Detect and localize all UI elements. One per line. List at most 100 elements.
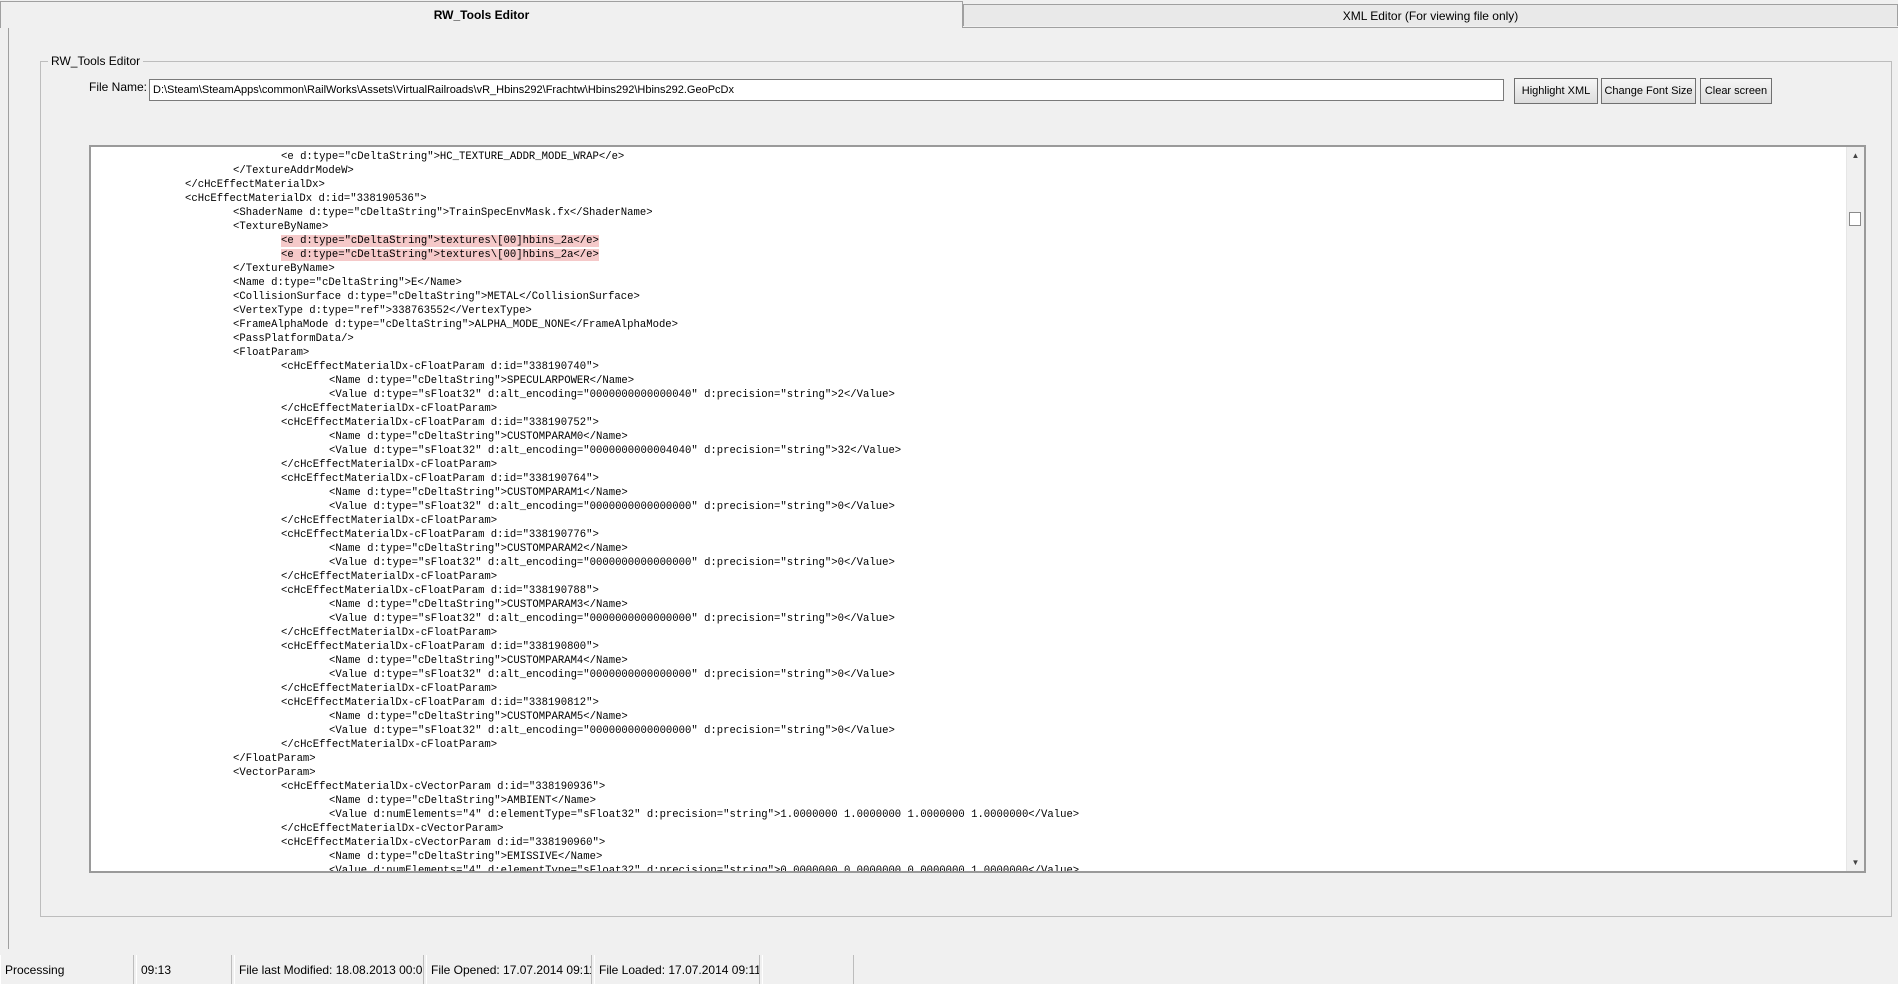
- code-text: </TextureAddrModeW>: [233, 165, 354, 177]
- code-line: </cHcEffectMaterialDx-cFloatParam>: [91, 626, 1843, 640]
- code-line: </cHcEffectMaterialDx-cVectorParam>: [91, 822, 1843, 836]
- status-state: Processing: [0, 955, 134, 984]
- code-line: <Value d:type="sFloat32" d:alt_encoding=…: [91, 612, 1843, 626]
- xml-text-area[interactable]: <e d:type="cDeltaString">HC_TEXTURE_ADDR…: [89, 145, 1866, 873]
- code-line: <Name d:type="cDeltaString">AMBIENT</Nam…: [91, 794, 1843, 808]
- scroll-up-arrow-icon[interactable]: ▲: [1847, 147, 1864, 164]
- status-last-modified: File last Modified: 18.08.2013 00:03:35: [234, 955, 424, 984]
- code-text: </cHcEffectMaterialDx-cFloatParam>: [281, 459, 498, 471]
- code-line: </cHcEffectMaterialDx-cFloatParam>: [91, 514, 1843, 528]
- code-line: <Value d:numElements="4" d:elementType="…: [91, 864, 1843, 873]
- code-text: <cHcEffectMaterialDx-cFloatParam d:id="3…: [281, 361, 599, 373]
- code-text: <Name d:type="cDeltaString">AMBIENT</Nam…: [329, 795, 597, 807]
- tab-xml-editor[interactable]: XML Editor (For viewing file only): [963, 4, 1898, 26]
- scroll-down-arrow-icon[interactable]: ▼: [1847, 854, 1864, 871]
- code-line: <FrameAlphaMode d:type="cDeltaString">AL…: [91, 318, 1843, 332]
- code-line: <Value d:type="sFloat32" d:alt_encoding=…: [91, 668, 1843, 682]
- code-text: <VertexType d:type="ref">338763552</Vert…: [233, 305, 532, 317]
- code-line: <Name d:type="cDeltaString">CUSTOMPARAM4…: [91, 654, 1843, 668]
- code-line: <cHcEffectMaterialDx-cVectorParam d:id="…: [91, 836, 1843, 850]
- status-time: 09:13: [136, 955, 232, 984]
- code-line: <ShaderName d:type="cDeltaString">TrainS…: [91, 206, 1843, 220]
- code-text: <Name d:type="cDeltaString">CUSTOMPARAM0…: [329, 431, 628, 443]
- code-text: <cHcEffectMaterialDx-cVectorParam d:id="…: [281, 837, 606, 849]
- code-line: <cHcEffectMaterialDx-cFloatParam d:id="3…: [91, 640, 1843, 654]
- code-text: <Value d:type="sFloat32" d:alt_encoding=…: [329, 669, 895, 681]
- code-text: <Value d:numElements="4" d:elementType="…: [329, 865, 1080, 873]
- code-line: <TextureByName>: [91, 220, 1843, 234]
- code-line: <Value d:type="sFloat32" d:alt_encoding=…: [91, 444, 1843, 458]
- code-line: <Name d:type="cDeltaString">EMISSIVE</Na…: [91, 850, 1843, 864]
- code-text: <Name d:type="cDeltaString">CUSTOMPARAM4…: [329, 655, 628, 667]
- code-line: <Name d:type="cDeltaString">CUSTOMPARAM3…: [91, 598, 1843, 612]
- code-line: </cHcEffectMaterialDx>: [91, 178, 1843, 192]
- highlighted-code-text: <e d:type="cDeltaString">textures\[00]hb…: [281, 235, 599, 247]
- code-text: <Name d:type="cDeltaString">EMISSIVE</Na…: [329, 851, 603, 863]
- status-file-loaded: File Loaded: 17.07.2014 09:11:46: [594, 955, 760, 984]
- code-line: <cHcEffectMaterialDx-cVectorParam d:id="…: [91, 780, 1843, 794]
- code-text: <cHcEffectMaterialDx d:id="338190536">: [185, 193, 427, 205]
- code-text: <Name d:type="cDeltaString">CUSTOMPARAM2…: [329, 543, 628, 555]
- code-text: <cHcEffectMaterialDx-cVectorParam d:id="…: [281, 781, 606, 793]
- code-line: </cHcEffectMaterialDx-cFloatParam>: [91, 402, 1843, 416]
- code-line: <Name d:type="cDeltaString">CUSTOMPARAM5…: [91, 710, 1843, 724]
- code-line: <cHcEffectMaterialDx-cFloatParam d:id="3…: [91, 528, 1843, 542]
- xml-code: <e d:type="cDeltaString">HC_TEXTURE_ADDR…: [91, 150, 1843, 873]
- code-line: <cHcEffectMaterialDx-cFloatParam d:id="3…: [91, 696, 1843, 710]
- code-text: <Value d:type="sFloat32" d:alt_encoding=…: [329, 445, 902, 457]
- code-text: </cHcEffectMaterialDx-cFloatParam>: [281, 683, 498, 695]
- file-name-input[interactable]: [149, 79, 1504, 101]
- code-text: <Name d:type="cDeltaString">CUSTOMPARAM1…: [329, 487, 628, 499]
- status-file-opened: File Opened: 17.07.2014 09:11:45: [426, 955, 592, 984]
- code-text: </cHcEffectMaterialDx-cVectorParam>: [281, 823, 504, 835]
- status-bar: Processing 09:13 File last Modified: 18.…: [0, 955, 1898, 984]
- code-text: <Value d:numElements="4" d:elementType="…: [329, 809, 1080, 821]
- code-line: <CollisionSurface d:type="cDeltaString">…: [91, 290, 1843, 304]
- code-text: <Name d:type="cDeltaString">SPECULARPOWE…: [329, 375, 635, 387]
- code-line: <Name d:type="cDeltaString">CUSTOMPARAM2…: [91, 542, 1843, 556]
- code-text: </cHcEffectMaterialDx-cFloatParam>: [281, 571, 498, 583]
- code-text: <e d:type="cDeltaString">HC_TEXTURE_ADDR…: [281, 151, 625, 163]
- code-text: </cHcEffectMaterialDx>: [185, 179, 325, 191]
- code-text: <ShaderName d:type="cDeltaString">TrainS…: [233, 207, 653, 219]
- tab-rw-tools-editor[interactable]: RW_Tools Editor: [0, 1, 963, 28]
- code-line: </cHcEffectMaterialDx-cFloatParam>: [91, 570, 1843, 584]
- code-line: </FloatParam>: [91, 752, 1843, 766]
- code-line: <e d:type="cDeltaString">textures\[00]hb…: [91, 234, 1843, 248]
- code-text: <Value d:type="sFloat32" d:alt_encoding=…: [329, 725, 895, 737]
- code-line: <cHcEffectMaterialDx-cFloatParam d:id="3…: [91, 472, 1843, 486]
- code-line: <Value d:type="sFloat32" d:alt_encoding=…: [91, 388, 1843, 402]
- code-text: </cHcEffectMaterialDx-cFloatParam>: [281, 739, 498, 751]
- code-line: <cHcEffectMaterialDx d:id="338190536">: [91, 192, 1843, 206]
- code-text: <cHcEffectMaterialDx-cFloatParam d:id="3…: [281, 529, 599, 541]
- code-text: <Value d:type="sFloat32" d:alt_encoding=…: [329, 501, 895, 513]
- code-line: </cHcEffectMaterialDx-cFloatParam>: [91, 738, 1843, 752]
- code-line: <VertexType d:type="ref">338763552</Vert…: [91, 304, 1843, 318]
- code-text: <CollisionSurface d:type="cDeltaString">…: [233, 291, 640, 303]
- code-text: <VectorParam>: [233, 767, 316, 779]
- code-text: <Value d:type="sFloat32" d:alt_encoding=…: [329, 557, 895, 569]
- code-text: <Value d:type="sFloat32" d:alt_encoding=…: [329, 389, 895, 401]
- code-line: <VectorParam>: [91, 766, 1843, 780]
- code-text: </cHcEffectMaterialDx-cFloatParam>: [281, 403, 498, 415]
- code-text: <cHcEffectMaterialDx-cFloatParam d:id="3…: [281, 641, 599, 653]
- code-text: <Name d:type="cDeltaString">E</Name>: [233, 277, 462, 289]
- code-line: <cHcEffectMaterialDx-cFloatParam d:id="3…: [91, 360, 1843, 374]
- highlight-xml-button[interactable]: Highlight XML: [1514, 78, 1598, 104]
- code-text: <cHcEffectMaterialDx-cFloatParam d:id="3…: [281, 585, 599, 597]
- code-text: </cHcEffectMaterialDx-cFloatParam>: [281, 627, 498, 639]
- code-line: <Name d:type="cDeltaString">CUSTOMPARAM0…: [91, 430, 1843, 444]
- code-line: <e d:type="cDeltaString">HC_TEXTURE_ADDR…: [91, 150, 1843, 164]
- clear-screen-button[interactable]: Clear screen: [1700, 78, 1772, 104]
- code-text: <PassPlatformData/>: [233, 333, 354, 345]
- highlighted-code-text: <e d:type="cDeltaString">textures\[00]hb…: [281, 249, 599, 261]
- vertical-scrollbar[interactable]: ▲ ▼: [1846, 147, 1864, 871]
- code-text: <Name d:type="cDeltaString">CUSTOMPARAM3…: [329, 599, 628, 611]
- code-text: </FloatParam>: [233, 753, 316, 765]
- code-line: </TextureAddrModeW>: [91, 164, 1843, 178]
- change-font-size-button[interactable]: Change Font Size: [1601, 78, 1696, 104]
- code-text: <FloatParam>: [233, 347, 310, 359]
- file-name-label: File Name:: [89, 80, 148, 94]
- scrollbar-thumb[interactable]: [1849, 212, 1861, 226]
- code-text: <cHcEffectMaterialDx-cFloatParam d:id="3…: [281, 473, 599, 485]
